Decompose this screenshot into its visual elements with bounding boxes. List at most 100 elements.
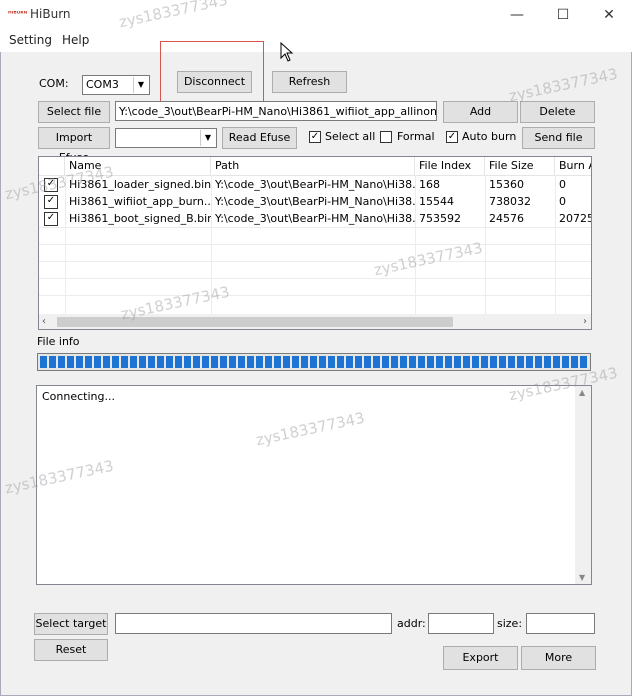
row-checkbox[interactable]: ✓ [44, 178, 58, 192]
select-all-checkbox[interactable]: ✓ [309, 131, 321, 143]
com-label: COM: [39, 77, 69, 90]
row-name: Hi3861_boot_signed_B.bin [69, 212, 211, 225]
col-burn-addr[interactable]: Burn A [555, 157, 591, 175]
progress-segment [220, 356, 227, 368]
progress-segment [409, 356, 416, 368]
progress-segment [319, 356, 326, 368]
progress-segment [238, 356, 245, 368]
progress-segment [184, 356, 191, 368]
col-path[interactable]: Path [211, 157, 415, 175]
auto-burn-checkbox[interactable]: ✓ [446, 131, 458, 143]
progress-segment [355, 356, 362, 368]
progress-segment [472, 356, 479, 368]
close-button[interactable]: ✕ [586, 0, 632, 30]
progress-segment [391, 356, 398, 368]
progress-segment [157, 356, 164, 368]
size-field[interactable] [526, 613, 595, 634]
progress-segment [499, 356, 506, 368]
progress-segment [166, 356, 173, 368]
progress-segment [211, 356, 218, 368]
row-burn-addr: 0 [559, 195, 566, 208]
refresh-button[interactable]: Refresh [272, 71, 347, 93]
row-burn-addr: 20725 [559, 212, 592, 225]
com-value: COM3 [86, 78, 119, 91]
reset-button[interactable]: Reset [34, 639, 108, 661]
menu-setting[interactable]: Setting [9, 33, 52, 47]
scroll-up-icon[interactable]: ▲ [579, 388, 585, 397]
scroll-left-icon[interactable]: ‹ [42, 314, 46, 329]
size-label: size: [497, 617, 523, 630]
log-output[interactable]: Connecting... ▲ ▼ [36, 385, 592, 585]
progress-segment [121, 356, 128, 368]
progress-segment [247, 356, 254, 368]
row-checkbox[interactable]: ✓ [44, 212, 58, 226]
select-target-button[interactable]: Select target [34, 613, 108, 635]
more-button[interactable]: More [521, 646, 596, 670]
progress-segment [373, 356, 380, 368]
progress-segment [112, 356, 119, 368]
progress-segment [76, 356, 83, 368]
table-row[interactable]: ✓ Hi3861_loader_signed.bin Y:\code_3\out… [39, 176, 591, 193]
export-button[interactable]: Export [443, 646, 518, 670]
log-vertical-scrollbar[interactable]: ▲ ▼ [575, 386, 591, 584]
scroll-down-icon[interactable]: ▼ [579, 573, 585, 582]
progress-segment [436, 356, 443, 368]
progress-segment [283, 356, 290, 368]
addr-field[interactable] [428, 613, 494, 634]
read-efuse-button[interactable]: Read Efuse [222, 127, 297, 149]
select-all-label: Select all [325, 130, 376, 143]
scroll-right-icon[interactable]: › [583, 314, 587, 329]
progress-segment [229, 356, 236, 368]
progress-segment [553, 356, 560, 368]
menu-help[interactable]: Help [62, 33, 89, 47]
progress-segment [139, 356, 146, 368]
menu-bar [0, 30, 632, 52]
progress-segment [535, 356, 542, 368]
progress-segment [292, 356, 299, 368]
progress-segment [265, 356, 272, 368]
import-efuse-button[interactable]: Import Efuse [38, 127, 110, 164]
row-file-size: 24576 [489, 212, 524, 225]
row-name: Hi3861_loader_signed.bin [69, 178, 211, 191]
progress-segment [418, 356, 425, 368]
com-select[interactable]: COM3 ▼ [82, 75, 150, 95]
row-file-index: 15544 [419, 195, 454, 208]
col-check [39, 157, 65, 175]
row-checkbox[interactable]: ✓ [44, 195, 58, 209]
progress-segment [49, 356, 56, 368]
app-logo-icon: ᴴᴵᴮᵁᴿᴺ [8, 10, 28, 18]
row-path: Y:\code_3\out\BearPi-HM_Nano\Hi38... [215, 195, 415, 208]
addr-label: addr: [397, 617, 426, 630]
progress-segment [445, 356, 452, 368]
table-row[interactable]: ✓ Hi3861_wifiiot_app_burn... Y:\code_3\o… [39, 193, 591, 210]
col-name[interactable]: Name [65, 157, 211, 175]
progress-segment [103, 356, 110, 368]
chevron-down-icon: ▼ [133, 77, 148, 93]
progress-segment [301, 356, 308, 368]
file-table: Name Path File Index File Size Burn A ✓ … [38, 156, 592, 330]
row-file-size: 738032 [489, 195, 531, 208]
minimize-button[interactable]: — [494, 0, 540, 30]
file-path-field[interactable]: Y:\code_3\out\BearPi-HM_Nano\Hi3861_wifi… [115, 101, 437, 121]
progress-segment [517, 356, 524, 368]
add-button[interactable]: Add [443, 101, 518, 123]
maximize-button[interactable]: ☐ [540, 0, 586, 30]
target-field[interactable] [115, 613, 392, 634]
formal-checkbox[interactable] [380, 131, 392, 143]
delete-button[interactable]: Delete [520, 101, 595, 123]
send-file-button[interactable]: Send file [522, 127, 595, 149]
progress-segment [337, 356, 344, 368]
progress-segment [274, 356, 281, 368]
table-row[interactable]: ✓ Hi3861_boot_signed_B.bin Y:\code_3\out… [39, 210, 592, 227]
progress-segment [544, 356, 551, 368]
progress-segment [175, 356, 182, 368]
row-file-size: 15360 [489, 178, 524, 191]
col-file-size[interactable]: File Size [485, 157, 555, 175]
progress-segment [256, 356, 263, 368]
file-info-label: File info [37, 335, 80, 348]
scrollbar-thumb[interactable] [57, 317, 453, 327]
col-file-index[interactable]: File Index [415, 157, 485, 175]
efuse-select[interactable]: ▼ [115, 128, 217, 148]
select-file-button[interactable]: Select file [38, 101, 110, 123]
table-horizontal-scrollbar[interactable]: ‹ › [39, 314, 591, 329]
